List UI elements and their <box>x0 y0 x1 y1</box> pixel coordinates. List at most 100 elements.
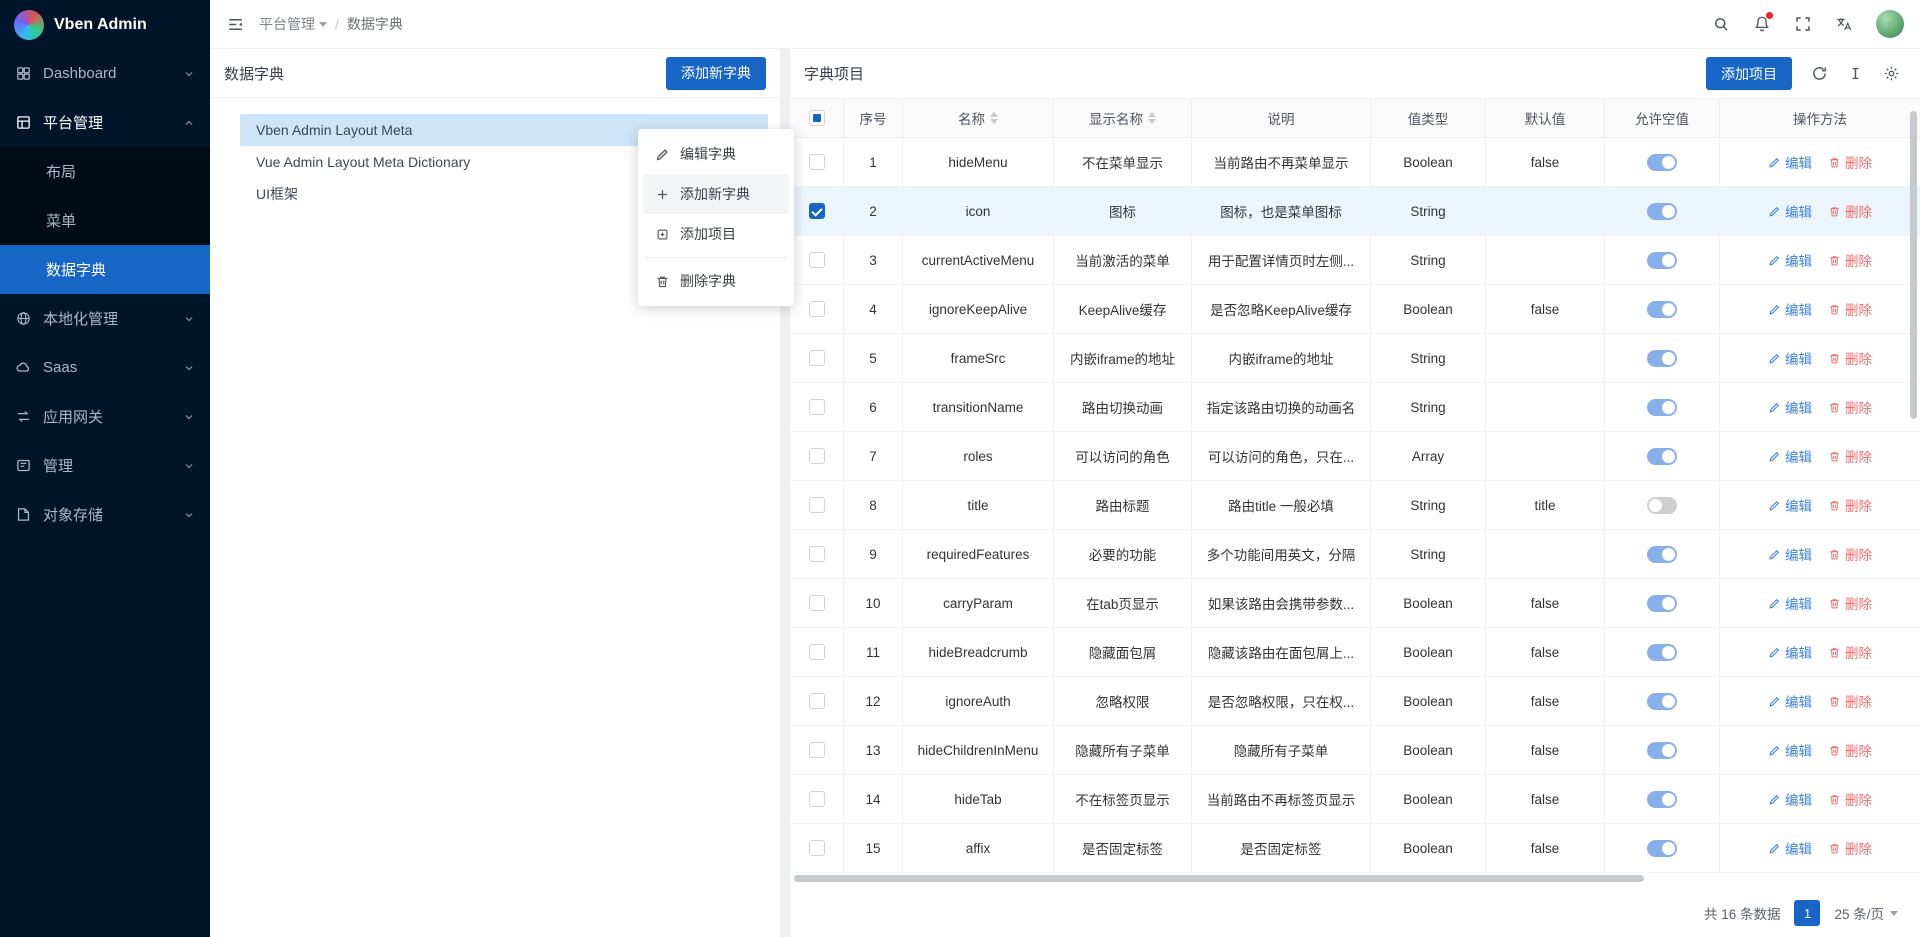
sidebar-item-localization[interactable]: 本地化管理 <box>0 294 210 343</box>
pagination-page-1[interactable]: 1 <box>1794 900 1820 926</box>
context-menu-delete-dictionary[interactable]: 删除字典 <box>643 261 789 301</box>
allow-empty-toggle[interactable] <box>1647 399 1677 416</box>
page-size-select[interactable]: 25 条/页 <box>1834 903 1898 923</box>
breadcrumb-section[interactable]: 平台管理 <box>259 14 327 34</box>
sidebar-item-object-storage[interactable]: 对象存储 <box>0 490 210 539</box>
sidebar-item-layout[interactable]: 布局 <box>0 147 210 196</box>
delete-button[interactable]: 删除 <box>1828 642 1872 662</box>
sort-icon[interactable] <box>1148 112 1156 124</box>
sort-icon[interactable] <box>990 112 998 124</box>
sidebar-fold-button[interactable] <box>226 15 245 34</box>
edit-button[interactable]: 编辑 <box>1768 152 1812 172</box>
allow-empty-toggle[interactable] <box>1647 497 1677 514</box>
sidebar-item-data-dictionary[interactable]: 数据字典 <box>0 245 210 294</box>
delete-button[interactable]: 删除 <box>1828 593 1872 613</box>
edit-button[interactable]: 编辑 <box>1768 642 1812 662</box>
row-checkbox[interactable] <box>809 595 825 611</box>
edit-button[interactable]: 编辑 <box>1768 544 1812 564</box>
notifications-button[interactable] <box>1753 15 1771 33</box>
allow-empty-toggle[interactable] <box>1647 742 1677 759</box>
edit-icon <box>1768 156 1781 169</box>
sidebar-item-saas[interactable]: Saas <box>0 343 210 392</box>
table-row: 1 hideMenu 不在菜单显示 当前路由不再菜单显示 Boolean fal… <box>790 138 1920 187</box>
allow-empty-toggle[interactable] <box>1647 350 1677 367</box>
delete-button[interactable]: 删除 <box>1828 789 1872 809</box>
row-checkbox[interactable] <box>809 791 825 807</box>
translate-button[interactable] <box>1835 15 1853 33</box>
row-checkbox[interactable] <box>809 497 825 513</box>
row-checkbox[interactable] <box>809 399 825 415</box>
row-index: 14 <box>844 775 903 823</box>
allow-empty-toggle[interactable] <box>1647 791 1677 808</box>
delete-button[interactable]: 删除 <box>1828 201 1872 221</box>
edit-button[interactable]: 编辑 <box>1768 250 1812 270</box>
allow-empty-toggle[interactable] <box>1647 252 1677 269</box>
context-menu-add-dictionary[interactable]: 添加新字典 <box>643 174 789 214</box>
edit-button[interactable]: 编辑 <box>1768 691 1812 711</box>
column-header-display-name[interactable]: 显示名称 <box>1054 99 1192 137</box>
allow-empty-toggle[interactable] <box>1647 546 1677 563</box>
add-item-button[interactable]: 添加项目 <box>1706 57 1792 90</box>
delete-button[interactable]: 删除 <box>1828 740 1872 760</box>
row-checkbox[interactable] <box>809 644 825 660</box>
row-checkbox[interactable] <box>809 693 825 709</box>
column-header-name[interactable]: 名称 <box>903 99 1054 137</box>
delete-button[interactable]: 删除 <box>1828 495 1872 515</box>
delete-button[interactable]: 删除 <box>1828 250 1872 270</box>
delete-button[interactable]: 删除 <box>1828 397 1872 417</box>
sidebar-item-platform[interactable]: 平台管理 <box>0 98 210 147</box>
edit-button[interactable]: 编辑 <box>1768 446 1812 466</box>
refresh-button[interactable] <box>1811 65 1828 82</box>
row-checkbox[interactable] <box>809 546 825 562</box>
row-checkbox[interactable] <box>809 742 825 758</box>
row-checkbox[interactable] <box>809 840 825 856</box>
row-allow-empty-cell <box>1605 530 1720 578</box>
delete-button[interactable]: 删除 <box>1828 544 1872 564</box>
add-dictionary-button[interactable]: 添加新字典 <box>666 57 766 90</box>
row-checkbox[interactable] <box>809 301 825 317</box>
allow-empty-toggle[interactable] <box>1647 301 1677 318</box>
allow-empty-toggle[interactable] <box>1647 448 1677 465</box>
sidebar-item-dashboard[interactable]: Dashboard <box>0 49 210 98</box>
edit-button[interactable]: 编辑 <box>1768 397 1812 417</box>
logo[interactable]: Vben Admin <box>0 0 210 49</box>
row-checkbox[interactable] <box>809 448 825 464</box>
edit-button[interactable]: 编辑 <box>1768 299 1812 319</box>
fullscreen-button[interactable] <box>1794 15 1812 33</box>
edit-button[interactable]: 编辑 <box>1768 201 1812 221</box>
search-button[interactable] <box>1712 15 1730 33</box>
edit-button[interactable]: 编辑 <box>1768 838 1812 858</box>
user-avatar[interactable] <box>1876 10 1904 38</box>
delete-button[interactable]: 删除 <box>1828 838 1872 858</box>
allow-empty-toggle[interactable] <box>1647 154 1677 171</box>
sidebar-item-manage[interactable]: 管理 <box>0 441 210 490</box>
row-checkbox[interactable] <box>809 350 825 366</box>
delete-button[interactable]: 删除 <box>1828 152 1872 172</box>
edit-button[interactable]: 编辑 <box>1768 789 1812 809</box>
settings-button[interactable] <box>1883 65 1900 82</box>
column-height-button[interactable] <box>1847 65 1864 82</box>
delete-button[interactable]: 删除 <box>1828 691 1872 711</box>
vertical-scrollbar-thumb[interactable] <box>1910 111 1917 419</box>
allow-empty-toggle[interactable] <box>1647 203 1677 220</box>
allow-empty-toggle[interactable] <box>1647 840 1677 857</box>
delete-button[interactable]: 删除 <box>1828 348 1872 368</box>
row-checkbox[interactable] <box>809 154 825 170</box>
delete-button[interactable]: 删除 <box>1828 299 1872 319</box>
row-checkbox[interactable] <box>809 203 825 219</box>
allow-empty-toggle[interactable] <box>1647 595 1677 612</box>
horizontal-scrollbar-thumb[interactable] <box>794 875 1644 882</box>
sidebar-item-menu[interactable]: 菜单 <box>0 196 210 245</box>
sidebar-item-gateway[interactable]: 应用网关 <box>0 392 210 441</box>
context-menu-add-item[interactable]: 添加项目 <box>643 214 789 254</box>
allow-empty-toggle[interactable] <box>1647 644 1677 661</box>
edit-button[interactable]: 编辑 <box>1768 593 1812 613</box>
delete-button[interactable]: 删除 <box>1828 446 1872 466</box>
allow-empty-toggle[interactable] <box>1647 693 1677 710</box>
edit-button[interactable]: 编辑 <box>1768 740 1812 760</box>
row-checkbox[interactable] <box>809 252 825 268</box>
select-all-checkbox[interactable] <box>809 110 825 126</box>
edit-button[interactable]: 编辑 <box>1768 348 1812 368</box>
edit-button[interactable]: 编辑 <box>1768 495 1812 515</box>
context-menu-edit-dictionary[interactable]: 编辑字典 <box>643 134 789 174</box>
